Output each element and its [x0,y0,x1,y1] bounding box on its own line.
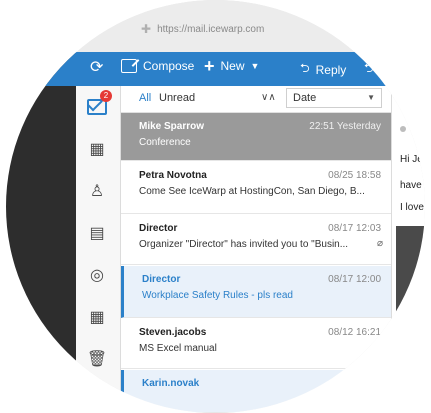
list-filters: All Unread ∨∧ Date ▼ [121,86,391,113]
filter-unread[interactable]: Unread [159,92,195,104]
refresh-icon[interactable]: ⟳ [90,57,103,77]
new-tab-icon[interactable]: ✚ [141,22,151,36]
message-sender: Director [139,223,178,234]
tasks-icon[interactable]: ◎ [86,264,108,286]
message-time: 08/12 16:21 [328,327,381,338]
message-time: 08/25 18:58 [328,170,381,181]
chevron-down-icon: ▼ [367,93,375,102]
new-button[interactable]: + New ▼ [204,56,260,76]
trash-icon[interactable]: 🗑 [86,348,108,370]
message-sender: Karin.novak [142,378,200,389]
chevron-down-icon: ▼ [250,61,260,71]
reply-button[interactable]: ⮌ Reply [300,59,346,80]
sort-select[interactable]: Date ▼ [286,88,382,108]
preview-line: I love c [400,202,425,213]
message-row-selected[interactable]: Mike Sparrow 22:51 Yesterday Conference [121,113,391,161]
preview-line: have y [400,180,425,191]
message-row[interactable]: Director 08/17 12:03 Organizer "Director… [121,215,391,265]
compose-icon [121,59,137,73]
url-text: https://mail.icewarp.com [157,23,265,35]
events-icon[interactable]: ▦ [86,306,108,328]
compose-button[interactable]: Compose [121,59,194,73]
calendar-icon[interactable]: ▦ [86,138,108,160]
status-dot [400,126,406,132]
reply-all-icon[interactable]: ⮌ [364,59,374,80]
message-row[interactable]: Petra Novotna 08/25 18:58 Come See IceWa… [121,162,391,214]
app-frame: ✚ https://mail.icewarp.com ⟳ Compose + N… [0,0,431,413]
reply-label: Reply [315,62,347,77]
message-subject: Organizer "Director" has invited you to … [139,239,349,250]
sort-direction-toggle[interactable]: ∨∧ [261,92,276,103]
magnified-view: ✚ https://mail.icewarp.com ⟳ Compose + N… [6,0,425,413]
message-list: All Unread ∨∧ Date ▼ Mike Sparrow 22:51 … [121,86,392,413]
unread-badge: 2 [100,90,112,102]
app-sidebar: 2 ▦ ♙ ▤ ◎ ▦ 🗑 [76,86,121,413]
sort-select-value: Date [293,92,317,104]
contacts-icon[interactable]: ♙ [86,180,108,202]
url-display[interactable]: ✚ https://mail.icewarp.com [141,22,264,36]
message-row[interactable]: Steven.jacobs 08/12 16:21 MS Excel manua… [121,319,391,369]
message-sender: Mike Sparrow [139,121,205,132]
new-label: New [220,59,245,73]
reply-icon: ⮌ [300,61,310,75]
filter-all[interactable]: All [139,92,151,104]
notes-icon[interactable]: ▤ [86,222,108,244]
message-time: 22:51 Yesterday [309,121,381,132]
message-time: 08/17 12:03 [328,223,381,234]
message-subject: Workplace Safety Rules - pls read [142,290,293,301]
mail-icon[interactable]: 2 [86,90,112,118]
mail-toolbar: ⟳ Compose + New ▼ ⮌ Reply ⮌ [6,52,425,86]
message-row-highlighted[interactable]: Director 08/17 12:00 Workplace Safety Ru… [121,266,391,318]
message-sender: Petra Novotna [139,170,207,181]
message-sender: Director [142,274,181,285]
preview-image [396,226,425,346]
attachment-icon: ⌀ [376,238,383,249]
message-subject: MS Excel manual [139,343,217,354]
message-sender: Steven.jacobs [139,327,207,338]
message-subject: Come See IceWarp at HostingCon, San Dieg… [139,186,365,197]
message-row[interactable]: Karin.novak [121,370,391,413]
message-preview: Hi Je have y I love c [392,86,425,413]
attachment-icon: ⌀ [376,342,383,353]
message-subject: Conference [139,137,191,148]
browser-address-bar[interactable]: ✚ https://mail.icewarp.com [6,0,425,53]
preview-line: Hi Je [400,154,423,165]
compose-label: Compose [143,59,195,73]
plus-icon: + [204,56,215,76]
message-time: 08/17 12:00 [328,274,381,285]
